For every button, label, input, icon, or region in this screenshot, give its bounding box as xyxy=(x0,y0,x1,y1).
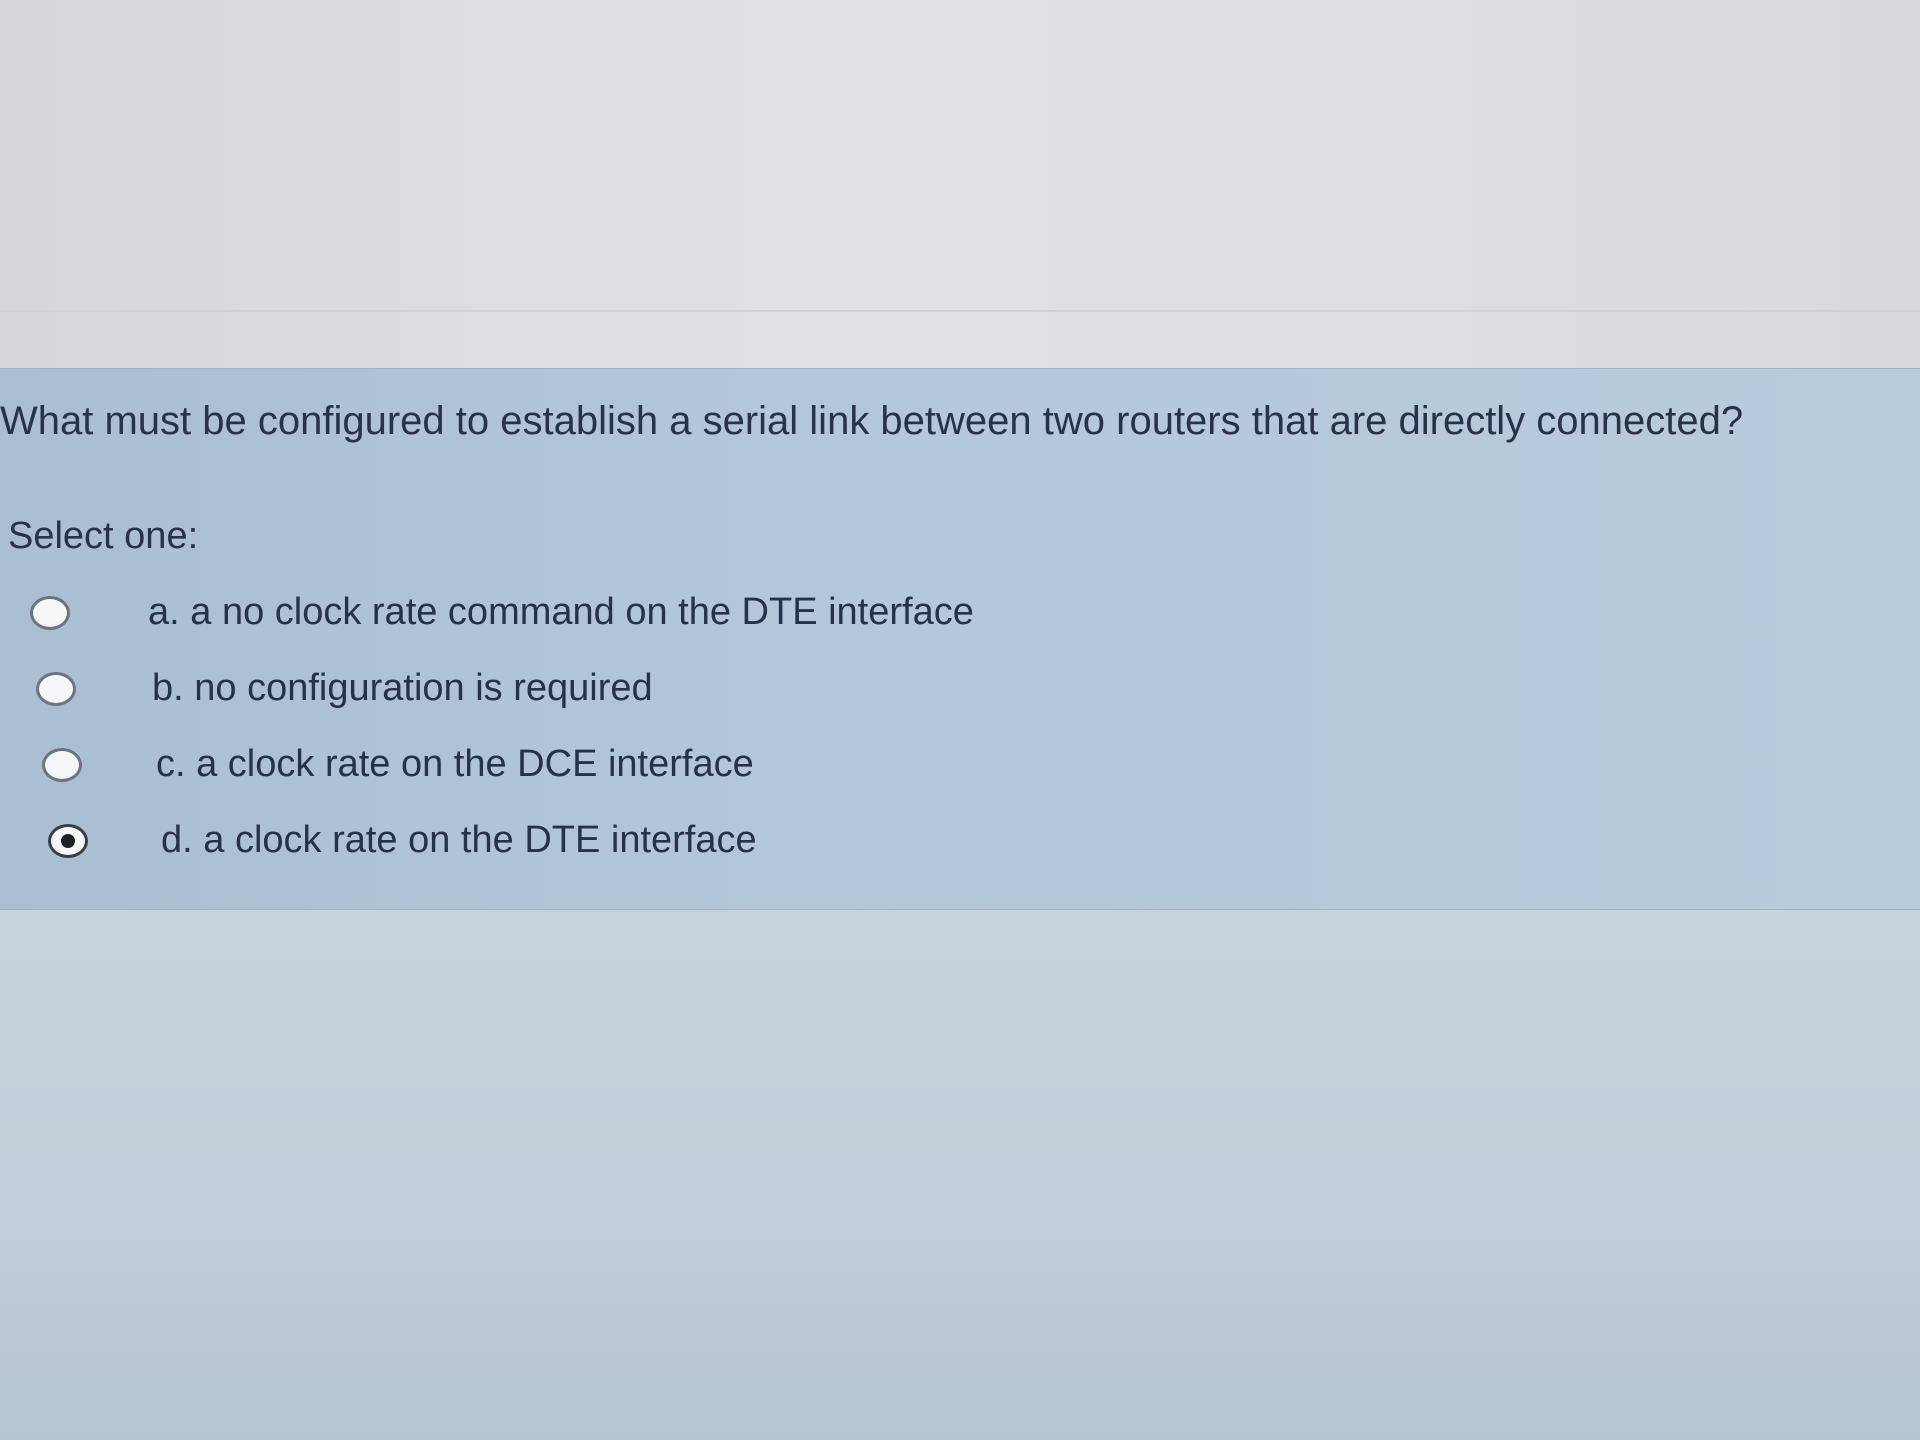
page-header-area xyxy=(0,0,1920,368)
question-panel: What must be configured to establish a s… xyxy=(0,368,1920,910)
radio-button-b[interactable] xyxy=(36,671,76,706)
page-footer-area xyxy=(0,910,1920,1440)
radio-button-c[interactable] xyxy=(42,747,82,782)
answer-option-label[interactable]: c. a clock rate on the DCE interface xyxy=(156,743,754,786)
answer-option-b[interactable]: b. no configuration is required xyxy=(36,667,653,710)
answer-option-a[interactable]: a. a no clock rate command on the DTE in… xyxy=(30,591,974,634)
question-text: What must be configured to establish a s… xyxy=(0,399,1744,443)
answer-option-label[interactable]: a. a no clock rate command on the DTE in… xyxy=(148,591,974,634)
answer-option-label[interactable]: b. no configuration is required xyxy=(152,667,653,710)
select-one-label: Select one: xyxy=(8,515,199,557)
section-divider xyxy=(0,310,1920,312)
answer-option-c[interactable]: c. a clock rate on the DCE interface xyxy=(42,743,754,786)
answer-option-label[interactable]: d. a clock rate on the DTE interface xyxy=(161,819,757,862)
answer-option-d[interactable]: d. a clock rate on the DTE interface xyxy=(48,819,757,862)
radio-button-a[interactable] xyxy=(30,595,70,630)
radio-button-d-selected[interactable] xyxy=(48,823,88,858)
